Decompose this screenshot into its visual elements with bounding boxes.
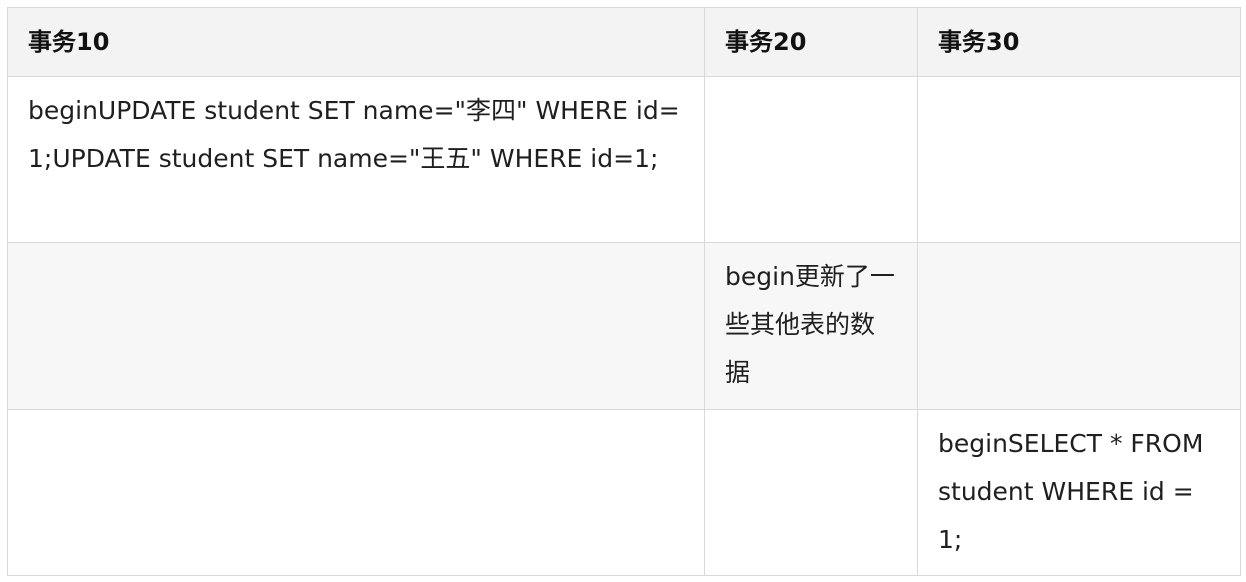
cell-r3-c2 (704, 409, 918, 576)
cell-r1-c3 (917, 76, 1241, 243)
table-row: beginUPDATE student SET name="李四" WHERE … (7, 76, 1241, 243)
table-header-row: 事务10 事务20 事务30 (7, 7, 1241, 77)
header-transaction-20: 事务20 (704, 7, 918, 77)
cell-r1-c1: beginUPDATE student SET name="李四" WHERE … (7, 76, 705, 243)
cell-r2-c3 (917, 242, 1241, 410)
cell-r3-c1 (7, 409, 705, 576)
table-row: begin更新了一些其他表的数据 (7, 242, 1241, 410)
transaction-table: 事务10 事务20 事务30 beginUPDATE student SET n… (7, 7, 1241, 576)
header-transaction-30: 事务30 (917, 7, 1241, 77)
table-row: beginSELECT * FROM student WHERE id = 1; (7, 409, 1241, 576)
cell-r2-c2: begin更新了一些其他表的数据 (704, 242, 918, 410)
cell-r1-c2 (704, 76, 918, 243)
cell-r3-c3: beginSELECT * FROM student WHERE id = 1; (917, 409, 1241, 576)
cell-r2-c1 (7, 242, 705, 410)
header-transaction-10: 事务10 (7, 7, 705, 77)
